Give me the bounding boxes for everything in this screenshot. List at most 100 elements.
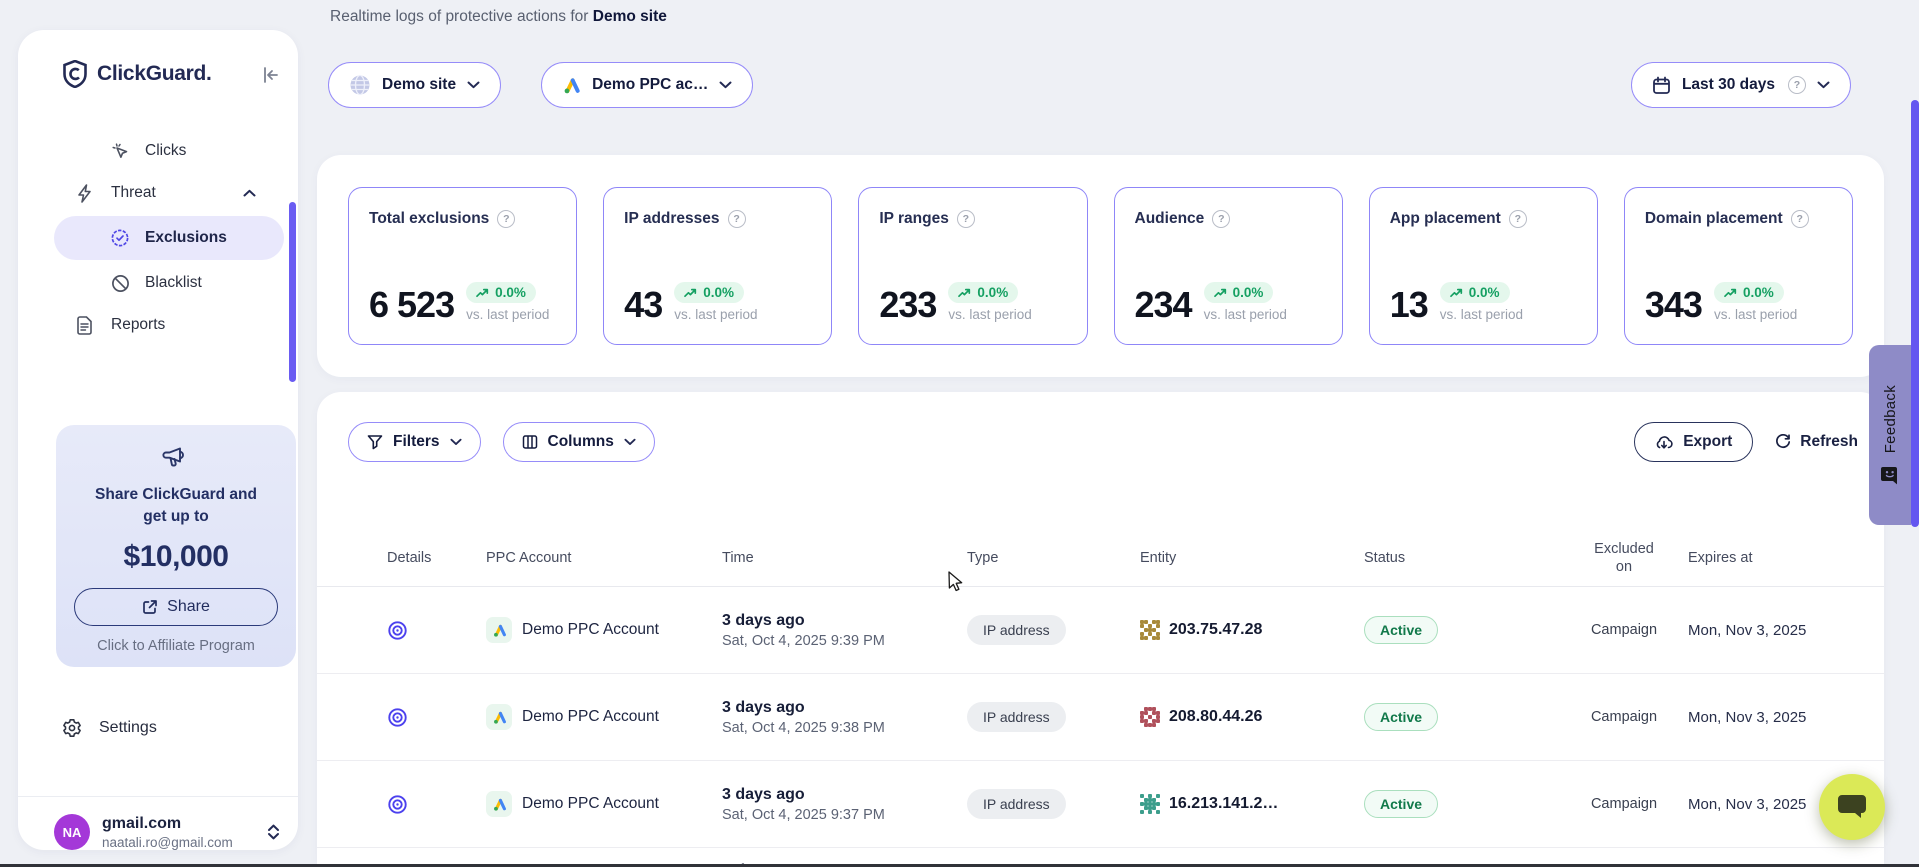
chat-widget-button[interactable]	[1819, 774, 1885, 840]
sidebar-item-settings[interactable]: Settings	[62, 718, 157, 738]
row-entity: 208.80.44.26	[1140, 707, 1364, 727]
columns-icon	[522, 434, 538, 450]
stat-card: Domain placement ? 343 0.0% vs. last per…	[1624, 187, 1853, 345]
row-status: Active	[1364, 703, 1560, 731]
row-expires-at: Mon, Nov 3, 2025	[1688, 709, 1854, 726]
status-badge: Active	[1364, 790, 1438, 818]
table-row[interactable]: Demo PPC Account 3 days ago Sat, Oct 4, …	[317, 587, 1884, 674]
trend-badge: 0.0%	[1440, 282, 1510, 303]
trend-caption: vs. last period	[1714, 307, 1797, 322]
trend-caption: vs. last period	[948, 307, 1031, 322]
exclusions-table-panel: Filters Columns Export	[317, 392, 1884, 864]
trend-up-icon	[1724, 288, 1737, 298]
filter-bar: Demo site Demo PPC ac… Last 30 days ?	[328, 62, 1862, 108]
col-excluded-on[interactable]: Excluded on	[1560, 540, 1688, 576]
table-row[interactable]: Demo PPC Account 3 days ago Sat, Oct 4, …	[317, 761, 1884, 848]
trend-badge: 0.0%	[1204, 282, 1274, 303]
row-details-icon[interactable]	[379, 794, 486, 815]
sidebar-item-exclusions[interactable]: Exclusions	[54, 216, 284, 260]
filters-button[interactable]: Filters	[348, 422, 481, 462]
sidebar-item-label: Exclusions	[145, 229, 227, 247]
help-icon[interactable]: ?	[497, 210, 515, 228]
help-icon[interactable]: ?	[728, 210, 746, 228]
external-link-icon	[142, 599, 158, 615]
help-icon[interactable]: ?	[957, 210, 975, 228]
identicon	[1140, 794, 1160, 814]
cursor-click-icon	[110, 142, 130, 161]
trend-caption: vs. last period	[674, 307, 757, 322]
google-ads-icon	[486, 791, 512, 817]
share-button[interactable]: Share	[74, 588, 278, 626]
stat-card: App placement ? 13 0.0% vs. last period	[1369, 187, 1598, 345]
promo-amount: $10,000	[56, 540, 296, 574]
row-type: IP address	[967, 702, 1140, 732]
site-selector[interactable]: Demo site	[328, 62, 501, 108]
col-type[interactable]: Type	[967, 550, 1140, 566]
feedback-tab[interactable]: Feedback	[1869, 345, 1911, 525]
document-icon	[74, 316, 94, 335]
promo-title: Share ClickGuard and get up to	[56, 484, 296, 528]
col-time[interactable]: Time	[722, 550, 967, 566]
col-details[interactable]: Details	[379, 550, 486, 566]
prohibited-icon	[110, 274, 130, 293]
row-entity: 203.75.47.28	[1140, 620, 1364, 640]
brand-row: ClickGuard.	[18, 30, 298, 88]
row-details-icon[interactable]	[379, 620, 486, 641]
help-icon[interactable]: ?	[1791, 210, 1809, 228]
col-ppc-account[interactable]: PPC Account	[486, 550, 722, 566]
chevron-down-icon	[467, 81, 480, 89]
col-expires-at[interactable]: Expires at	[1688, 550, 1854, 566]
date-range-selector[interactable]: Last 30 days ?	[1631, 62, 1851, 108]
trend-badge: 0.0%	[674, 282, 744, 303]
trend-up-icon	[958, 288, 971, 298]
refresh-button[interactable]: Refresh	[1775, 433, 1858, 451]
trend-caption: vs. last period	[466, 307, 549, 322]
trend-up-icon	[684, 288, 697, 298]
feedback-label: Feedback	[1882, 385, 1899, 453]
col-status[interactable]: Status	[1364, 550, 1560, 566]
chevron-down-icon	[1817, 81, 1830, 89]
row-excluded-on: Campaign	[1560, 796, 1688, 812]
sidebar-item-clicks[interactable]: Clicks	[18, 130, 298, 172]
sidebar-item-blacklist[interactable]: Blacklist	[18, 262, 298, 304]
user-email: naatali.ro@gmail.com	[102, 835, 267, 850]
row-entity: 16.213.141.2…	[1140, 794, 1364, 814]
site-selector-value: Demo site	[382, 76, 456, 94]
subtitle-site-name: Demo site	[593, 8, 667, 25]
trend-up-icon	[1214, 288, 1227, 298]
sidebar-item-label: Reports	[111, 316, 165, 334]
trend-badge: 0.0%	[948, 282, 1018, 303]
help-icon[interactable]: ?	[1788, 76, 1806, 94]
identicon	[1140, 707, 1160, 727]
status-badge: Active	[1364, 616, 1438, 644]
collapse-sidebar-icon[interactable]	[262, 67, 280, 83]
chevron-down-icon	[719, 81, 732, 89]
page-scrollbar[interactable]	[1911, 100, 1919, 527]
help-icon[interactable]: ?	[1212, 210, 1230, 228]
chevron-down-icon	[450, 438, 462, 446]
row-excluded-on: Campaign	[1560, 622, 1688, 638]
user-menu[interactable]: NA gmail.com naatali.ro@gmail.com	[54, 814, 280, 850]
stat-card: IP ranges ? 233 0.0% vs. last period	[858, 187, 1087, 345]
row-details-icon[interactable]	[379, 707, 486, 728]
divider	[18, 796, 298, 797]
user-meta: gmail.com naatali.ro@gmail.com	[102, 815, 267, 850]
sidebar-item-reports[interactable]: Reports	[18, 304, 298, 346]
stat-value: 233	[879, 288, 936, 322]
columns-button[interactable]: Columns	[503, 422, 655, 462]
sidebar-scrollbar[interactable]	[289, 202, 296, 382]
table-row[interactable]: Demo PPC Account 3 days ago Sat, Oct 4, …	[317, 674, 1884, 761]
promo-caption[interactable]: Click to Affiliate Program	[56, 638, 296, 654]
col-entity[interactable]: Entity	[1140, 550, 1364, 566]
sidebar: ClickGuard. Clicks Threat Exclusions	[18, 30, 298, 850]
stat-value: 43	[624, 288, 662, 322]
sidebar-item-threat[interactable]: Threat	[18, 172, 298, 214]
export-button[interactable]: Export	[1634, 422, 1753, 462]
table-row-partial[interactable]: 3 days ago	[317, 848, 1884, 864]
stat-card: IP addresses ? 43 0.0% vs. last period	[603, 187, 832, 345]
ppc-account-value: Demo PPC ac…	[592, 76, 708, 94]
type-badge: IP address	[967, 615, 1066, 645]
ppc-account-selector[interactable]: Demo PPC ac…	[541, 62, 753, 108]
help-icon[interactable]: ?	[1509, 210, 1527, 228]
settings-label: Settings	[99, 719, 157, 737]
